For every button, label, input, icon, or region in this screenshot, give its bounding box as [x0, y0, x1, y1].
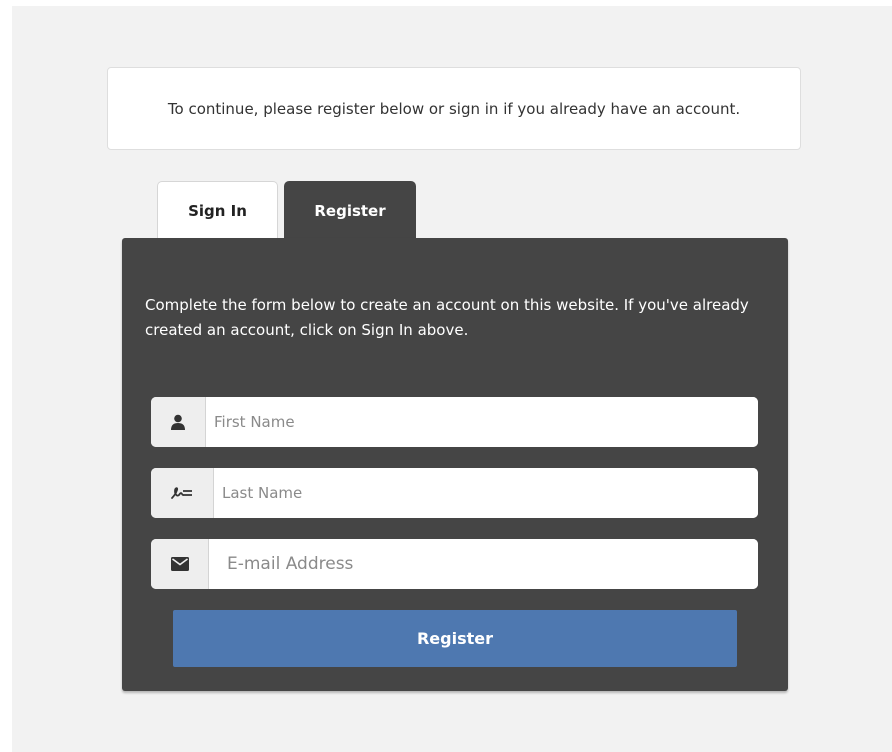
tab-sign-in[interactable]: Sign In	[157, 181, 278, 239]
tab-sign-in-label: Sign In	[188, 201, 247, 220]
email-input[interactable]	[209, 539, 758, 589]
tab-register[interactable]: Register	[284, 181, 416, 241]
last-name-field	[151, 468, 758, 518]
register-panel: Complete the form below to create an acc…	[122, 238, 788, 691]
register-intro-text: Complete the form below to create an acc…	[145, 296, 749, 339]
signature-icon	[151, 468, 214, 518]
tab-register-label: Register	[314, 202, 386, 220]
email-field	[151, 539, 758, 589]
notice-text: To continue, please register below or si…	[167, 99, 741, 118]
first-name-input[interactable]	[206, 397, 758, 447]
first-name-field	[151, 397, 758, 447]
user-icon	[151, 397, 206, 447]
notice-box: To continue, please register below or si…	[107, 67, 801, 150]
register-button[interactable]: Register	[173, 610, 737, 667]
envelope-icon	[151, 539, 209, 589]
last-name-input[interactable]	[214, 468, 758, 518]
